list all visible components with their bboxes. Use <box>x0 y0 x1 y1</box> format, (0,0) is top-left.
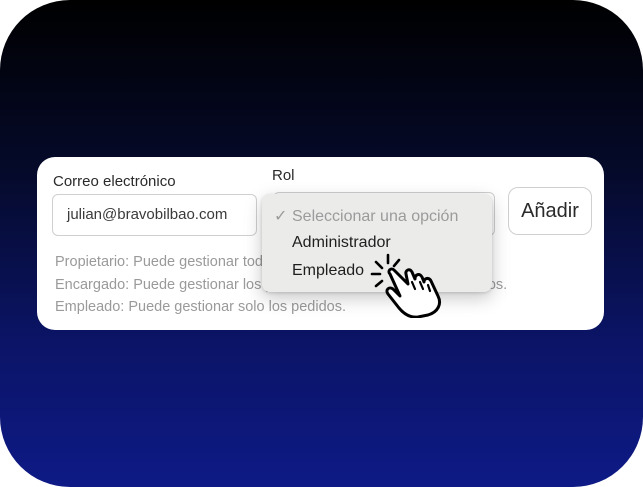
email-field[interactable]: julian@bravobilbao.com <box>52 194 257 236</box>
dropdown-placeholder-option[interactable]: ✓ Seleccionar una opción <box>274 206 458 226</box>
hand-pointer-icon <box>370 253 442 318</box>
email-label: Correo electrónico <box>53 173 176 190</box>
background-frame: Correo electrónico julian@bravobilbao.co… <box>0 0 643 487</box>
check-icon: ✓ <box>274 208 288 225</box>
dropdown-option-empleado[interactable]: Empleado <box>292 262 364 280</box>
dropdown-option-administrador[interactable]: Administrador <box>292 234 391 252</box>
role-label: Rol <box>272 167 295 184</box>
placeholder-label: Seleccionar una opción <box>292 208 459 225</box>
add-button[interactable]: Añadir <box>508 187 592 235</box>
